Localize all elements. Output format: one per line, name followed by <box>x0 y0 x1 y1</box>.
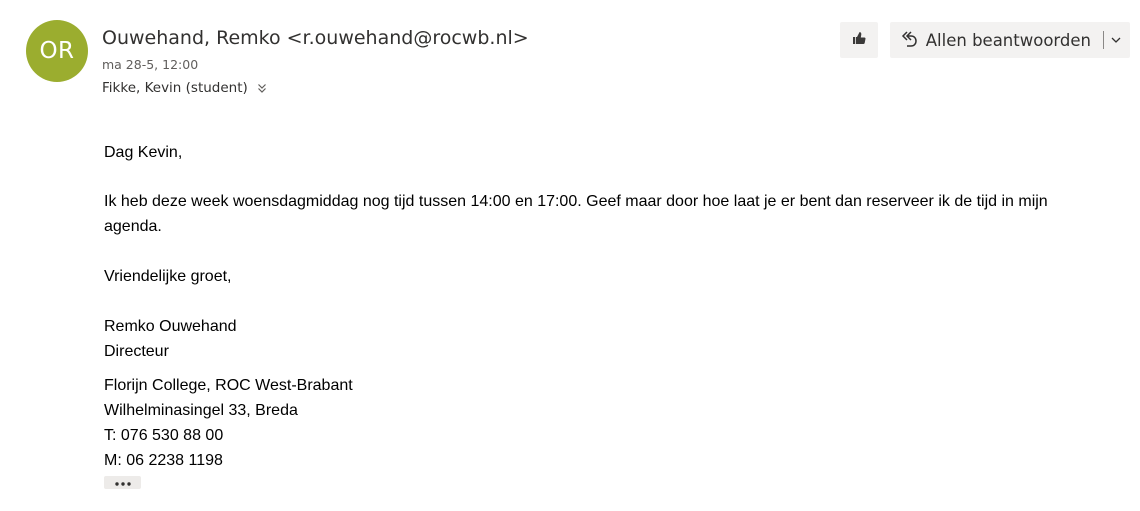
signature-title: Directeur <box>104 343 169 360</box>
address-org: Florijn College, ROC West-Brabant <box>104 377 353 394</box>
like-button[interactable] <box>839 22 878 58</box>
reply-all-label: Allen beantwoorden <box>925 30 1091 50</box>
avatar-initials: OR <box>39 38 75 64</box>
sender-name[interactable]: Ouwehand, Remko <r.ouwehand@rocwb.nl> <box>102 27 529 49</box>
chevron-down-icon[interactable] <box>1110 34 1122 46</box>
reply-all-button[interactable]: Allen beantwoorden <box>889 22 1130 58</box>
message-actions: Allen beantwoorden <box>839 22 1130 58</box>
recipients-line[interactable]: Fikke, Kevin (student) <box>102 80 268 96</box>
message-date: ma 28-5, 12:00 <box>102 57 199 72</box>
address-mobile: M: 06 2238 1198 <box>104 452 223 469</box>
thumbs-up-icon <box>851 30 867 51</box>
signature-name: Remko Ouwehand <box>104 318 237 335</box>
closing: Vriendelijke groet, <box>104 268 232 285</box>
body-paragraph: Ik heb deze week woensdagmiddag nog tijd… <box>104 193 1048 235</box>
avatar[interactable]: OR <box>26 20 88 82</box>
ellipsis-icon <box>113 474 133 492</box>
show-more-button[interactable] <box>104 476 141 489</box>
address-phone: T: 076 530 88 00 <box>104 427 224 444</box>
signature: Remko Ouwehand Directeur <box>104 314 237 364</box>
expand-recipients-icon[interactable] <box>256 82 268 94</box>
signature-address: Florijn College, ROC West-Brabant Wilhel… <box>104 373 353 473</box>
address-street: Wilhelminasingel 33, Breda <box>104 402 298 419</box>
greeting: Dag Kevin, <box>104 144 183 161</box>
button-divider <box>1103 31 1104 49</box>
recipient-name[interactable]: Fikke, Kevin (student) <box>102 80 248 96</box>
reply-all-icon <box>900 30 918 50</box>
